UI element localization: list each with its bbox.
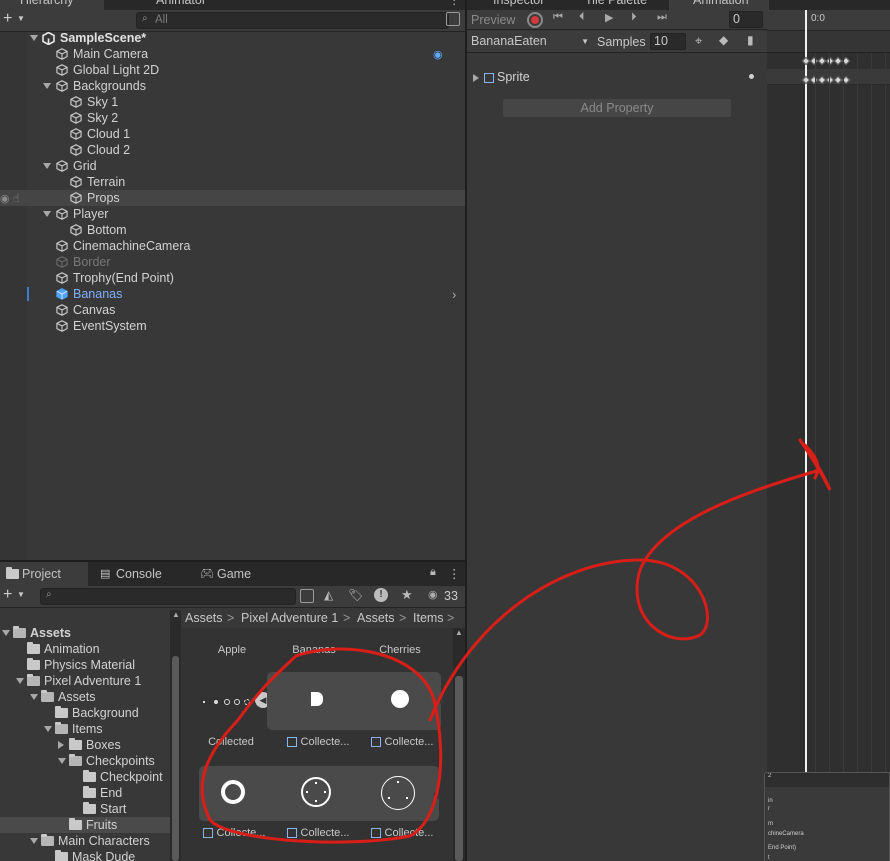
annotation-circle — [200, 647, 443, 844]
red-annotation-overlay — [200, 438, 832, 844]
annotation-arrowhead — [798, 438, 832, 491]
annotation-arrow — [428, 468, 822, 722]
